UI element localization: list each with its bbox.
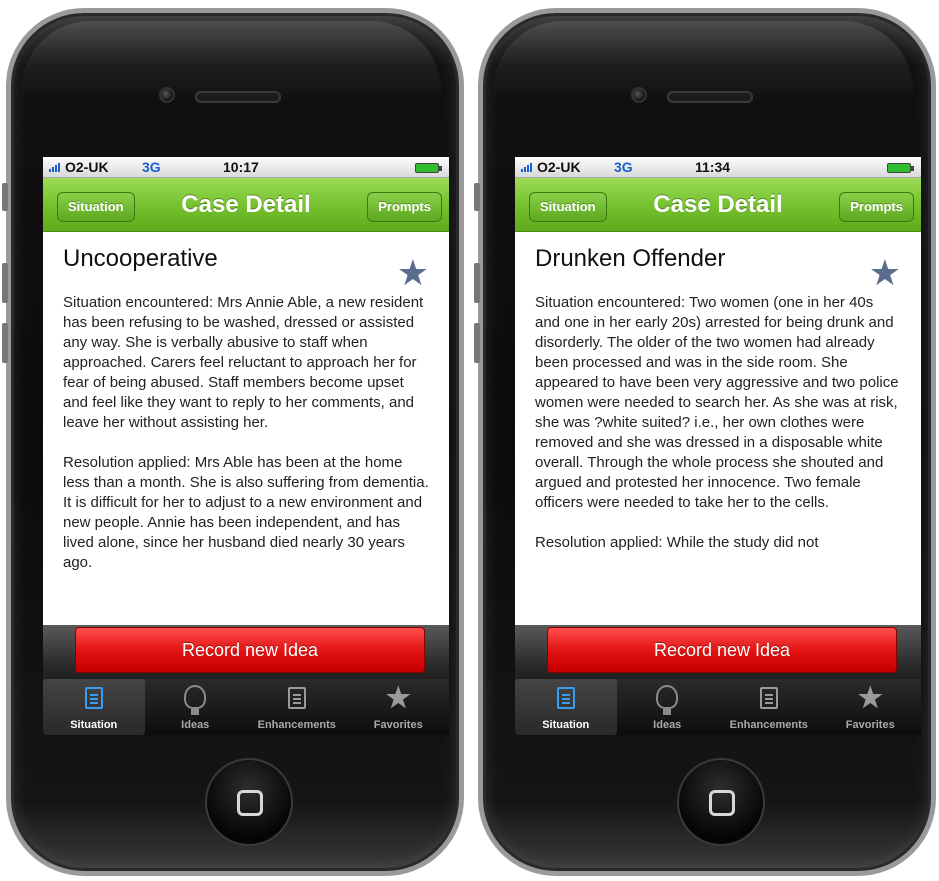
tab-label: Ideas [181, 719, 210, 731]
lightbulb-icon [145, 681, 247, 717]
tab-bar: Situation Ideas Enhancements ★ Favorites [43, 679, 449, 735]
tab-situation[interactable]: Situation [515, 679, 617, 735]
home-button[interactable] [677, 758, 765, 846]
case-content[interactable]: Uncooperative ★ Situation encountered: M… [43, 233, 449, 625]
home-square-icon [237, 790, 263, 816]
situation-text: Situation encountered: Two women (one in… [535, 294, 899, 511]
screen: O2-UK 3G 11:34 Situation Case Detail Pro… [515, 157, 921, 735]
prompts-button[interactable]: Prompts [367, 192, 442, 222]
tab-enhancements[interactable]: Enhancements [246, 679, 348, 735]
status-bar: O2-UK 3G 10:17 [43, 157, 449, 178]
tab-label: Ideas [653, 719, 682, 731]
front-camera [631, 87, 647, 103]
status-time: 10:17 [223, 159, 259, 175]
situation-icon [515, 681, 617, 717]
carrier-label: O2-UK [537, 159, 581, 175]
document-icon [718, 681, 820, 717]
lightbulb-icon [617, 681, 719, 717]
navigation-bar: Situation Case Detail Prompts [515, 178, 921, 232]
volume-up-button [2, 263, 8, 303]
tab-label: Favorites [373, 719, 423, 731]
prompts-button[interactable]: Prompts [839, 192, 914, 222]
earpiece-speaker [667, 91, 753, 103]
phone-left: O2-UK 3G 10:17 Situation Case Detail Pro… [2, 8, 464, 876]
resolution-text: Resolution applied: Mrs Able has been at… [63, 454, 429, 571]
mute-switch [2, 183, 8, 211]
home-square-icon [709, 790, 735, 816]
home-button[interactable] [205, 758, 293, 846]
volume-up-button [474, 263, 480, 303]
volume-down-button [2, 323, 8, 363]
phone-gloss [21, 21, 441, 101]
battery-icon [887, 163, 914, 173]
favorite-star-icon[interactable]: ★ [869, 255, 901, 291]
tab-label: Situation [542, 719, 590, 731]
action-area: Record new Idea [43, 625, 449, 683]
tab-label: Enhancements [257, 719, 336, 731]
case-content[interactable]: Drunken Offender ★ Situation encountered… [515, 233, 921, 625]
phone-gloss [493, 21, 913, 101]
status-time: 11:34 [695, 159, 731, 175]
star-icon: ★ [385, 682, 411, 713]
document-icon [246, 681, 348, 717]
signal-icon [521, 163, 532, 172]
navigation-bar: Situation Case Detail Prompts [43, 178, 449, 232]
case-title: Drunken Offender [535, 245, 726, 272]
situation-text: Situation encountered: Mrs Annie Able, a… [63, 294, 424, 431]
front-camera [159, 87, 175, 103]
tab-label: Enhancements [729, 719, 808, 731]
action-area: Record new Idea [515, 625, 921, 683]
tab-ideas[interactable]: Ideas [145, 679, 247, 735]
resolution-text: Resolution applied: While the study did … [535, 534, 819, 551]
record-new-idea-button[interactable]: Record new Idea [75, 627, 425, 673]
case-title: Uncooperative [63, 245, 218, 272]
tab-label: Situation [70, 719, 118, 731]
carrier-label: O2-UK [65, 159, 109, 175]
battery-icon [415, 163, 442, 173]
mute-switch [474, 183, 480, 211]
situation-icon [43, 681, 145, 717]
earpiece-speaker [195, 91, 281, 103]
tab-label: Favorites [845, 719, 895, 731]
network-type: 3G [614, 159, 633, 175]
network-type: 3G [142, 159, 161, 175]
tab-favorites[interactable]: ★ Favorites [348, 679, 450, 735]
screen: O2-UK 3G 10:17 Situation Case Detail Pro… [43, 157, 449, 735]
tab-situation[interactable]: Situation [43, 679, 145, 735]
star-icon: ★ [857, 682, 883, 713]
tab-enhancements[interactable]: Enhancements [718, 679, 820, 735]
tab-bar: Situation Ideas Enhancements ★ Favorites [515, 679, 921, 735]
favorite-star-icon[interactable]: ★ [397, 255, 429, 291]
record-new-idea-button[interactable]: Record new Idea [547, 627, 897, 673]
tab-favorites[interactable]: ★ Favorites [820, 679, 922, 735]
signal-icon [49, 163, 60, 172]
status-bar: O2-UK 3G 11:34 [515, 157, 921, 178]
phone-right: O2-UK 3G 11:34 Situation Case Detail Pro… [474, 8, 936, 876]
tab-ideas[interactable]: Ideas [617, 679, 719, 735]
volume-down-button [474, 323, 480, 363]
